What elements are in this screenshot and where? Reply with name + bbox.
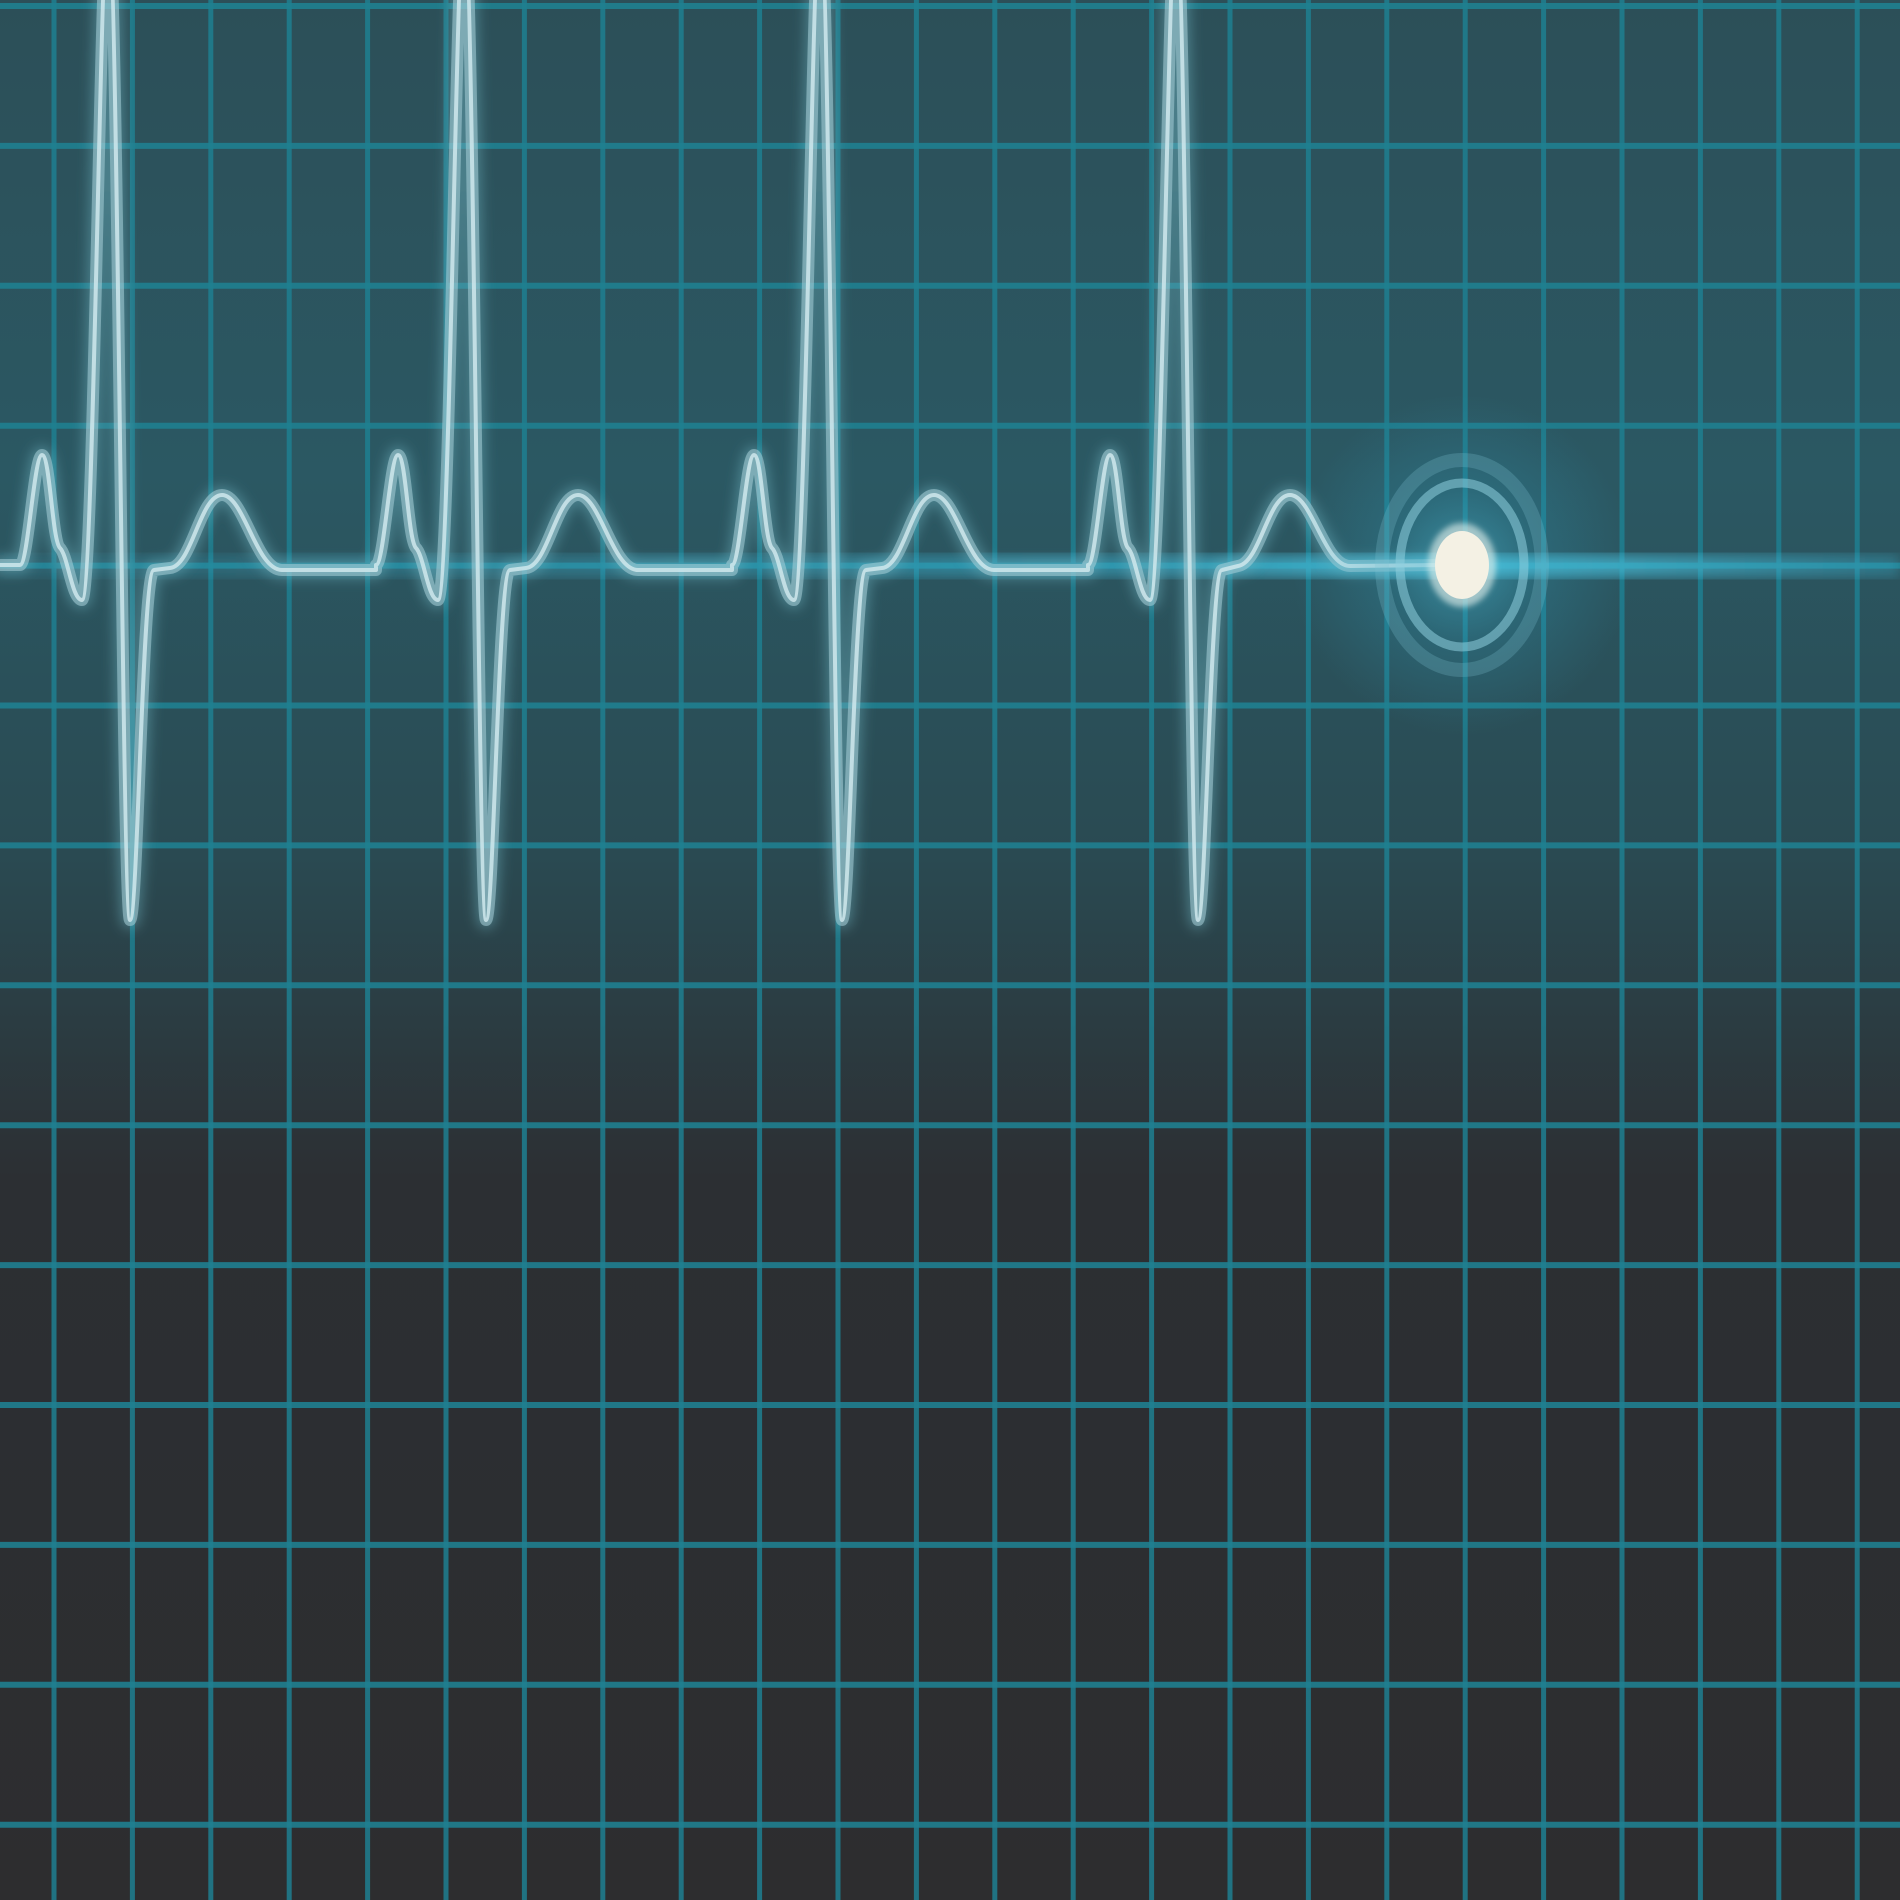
cursor-indicator (1292, 395, 1632, 735)
ecg-monitor-screen (0, 0, 1900, 1900)
ecg-display (0, 0, 1900, 1900)
cursor-dot (1435, 531, 1489, 599)
